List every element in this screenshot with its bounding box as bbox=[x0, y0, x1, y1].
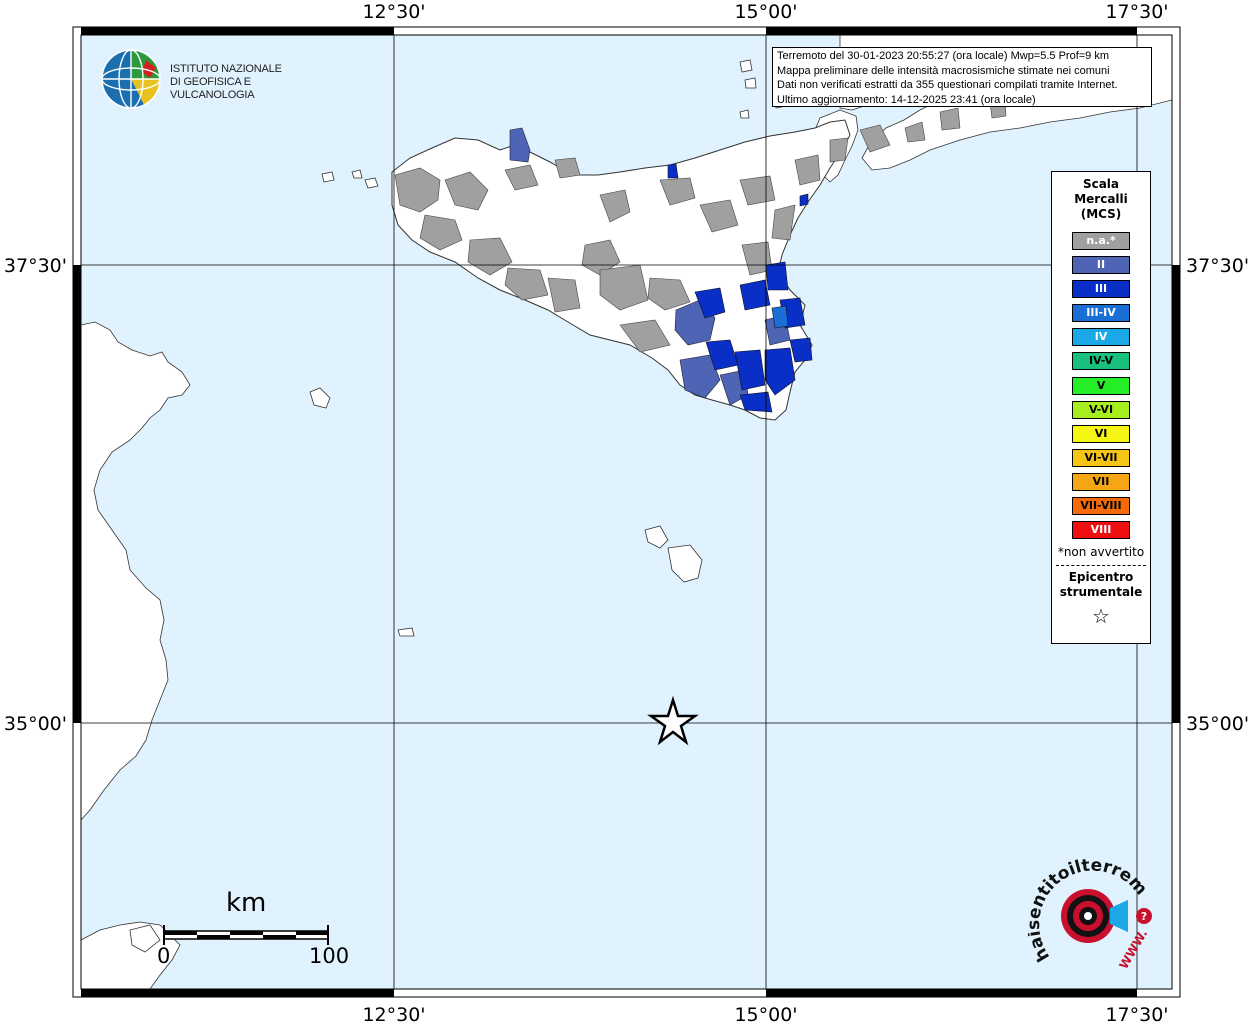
legend-title-line-3: (MCS) bbox=[1080, 207, 1122, 221]
left-label-1: 37°30' bbox=[4, 255, 67, 277]
legend-epicentre-line-1: Epicentro bbox=[1068, 570, 1134, 585]
legend-title-line-1: Scala bbox=[1082, 177, 1120, 191]
globe-icon bbox=[101, 49, 161, 109]
legend-title: Scala Mercalli (MCS) bbox=[1052, 177, 1150, 222]
info-line-4: Ultimo aggiornamento: 14-12-2025 23:41 (… bbox=[777, 93, 1036, 106]
legend-item: n.a.* bbox=[1072, 232, 1130, 250]
legend-item: VII-VIII bbox=[1072, 497, 1130, 516]
legend-item: VI bbox=[1072, 424, 1130, 443]
legend-item: IV bbox=[1072, 328, 1130, 347]
legend-title-line-2: Mercalli bbox=[1074, 192, 1128, 206]
scalebar-end: 100 bbox=[309, 944, 350, 968]
svg-text:?: ? bbox=[1141, 910, 1147, 923]
legend-note: *non avvertito bbox=[1057, 545, 1145, 560]
legend-item: V bbox=[1072, 376, 1130, 395]
legend-item: II bbox=[1072, 256, 1130, 275]
right-label-1: 37°30' bbox=[1186, 255, 1249, 277]
left-label-2: 35°00' bbox=[4, 713, 67, 735]
legend-items: n.a.* II III III-IV IV IV-V V V-VI VI VI-VII VII VI… bbox=[1052, 232, 1150, 540]
top-label-3: 17°30' bbox=[1105, 1, 1168, 23]
legend-item: III-IV bbox=[1072, 304, 1130, 323]
bottom-label-1: 12°30' bbox=[362, 1004, 425, 1024]
legend-item: III bbox=[1072, 280, 1130, 299]
top-label-2: 15°00' bbox=[734, 1, 797, 23]
bottom-label-3: 17°30' bbox=[1105, 1004, 1168, 1024]
logo-line-1: ISTITUTO NAZIONALE bbox=[170, 63, 282, 75]
legend-separator bbox=[1056, 565, 1146, 567]
legend-item: VIII bbox=[1072, 521, 1130, 540]
hsit-logo: haisentitoilterremoto.it WWW. ? bbox=[1028, 852, 1152, 972]
info-line-1: Terremoto del 30-01-2023 20:55:27 (ora l… bbox=[777, 50, 1110, 62]
event-info-box: Terremoto del 30-01-2023 20:55:27 (ora l… bbox=[772, 47, 1152, 107]
scalebar-title: km bbox=[226, 888, 267, 918]
legend-item: VII bbox=[1072, 472, 1130, 491]
legend-epicentre-line-2: strumentale bbox=[1059, 585, 1143, 600]
info-line-2: Mappa preliminare delle intensità macros… bbox=[777, 64, 1110, 77]
logo-line-2: DI GEOFISICA E VULCANOLOGIA bbox=[170, 76, 255, 101]
megaphone-icon bbox=[1110, 900, 1128, 932]
bottom-label-2: 15°00' bbox=[734, 1004, 797, 1024]
top-label-1: 12°30' bbox=[362, 1, 425, 23]
star-icon: ☆ bbox=[1092, 604, 1110, 629]
legend-item: VI-VII bbox=[1072, 448, 1130, 467]
legend-epicentre: Epicentro strumentale bbox=[1052, 570, 1150, 600]
right-label-2: 35°00' bbox=[1186, 713, 1249, 735]
ingv-logo: ISTITUTO NAZIONALE DI GEOFISICA E VULCAN… bbox=[100, 48, 320, 110]
info-line-3: Dati non verificati estratti da 355 ques… bbox=[777, 79, 1118, 91]
scalebar-start: 0 bbox=[157, 944, 171, 968]
legend-item: IV-V bbox=[1072, 352, 1130, 371]
communes-iii-iv bbox=[771, 305, 789, 329]
logo-text: ISTITUTO NAZIONALE DI GEOFISICA E VULCAN… bbox=[170, 63, 320, 102]
hsit-www: WWW. bbox=[1116, 927, 1150, 971]
mcs-legend: Scala Mercalli (MCS) n.a.* II III III-IV IV I… bbox=[1051, 171, 1151, 644]
legend-item: V-VI bbox=[1072, 400, 1130, 419]
